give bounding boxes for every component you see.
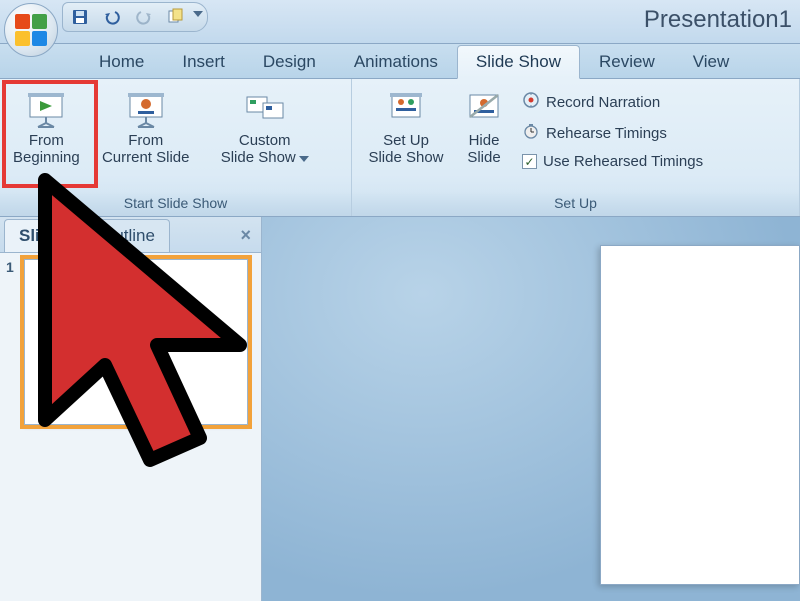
rehearse-timings-button[interactable]: Rehearse Timings (518, 120, 707, 146)
use-rehearsed-label: Use Rehearsed Timings (543, 153, 703, 170)
hide-label-2: Slide (467, 149, 500, 166)
custom-slideshow-label-2: Slide Show (221, 149, 296, 166)
redo-icon[interactable] (135, 8, 153, 26)
from-beginning-label-2: Beginning (13, 149, 80, 166)
panel-tab-slides[interactable]: Slides (4, 219, 84, 252)
group-set-up: Set Up Slide Show Hide Slide Rec (352, 79, 800, 216)
custom-slideshow-button[interactable]: Custom Slide Show (205, 83, 325, 170)
panel-close-icon[interactable]: × (240, 225, 251, 246)
document-title: Presentation1 (644, 6, 792, 34)
tab-view[interactable]: View (674, 45, 749, 78)
setup-slideshow-icon (383, 88, 429, 130)
from-current-label-2: Current Slide (102, 149, 190, 166)
checkbox-icon: ✓ (522, 154, 537, 169)
undo-icon[interactable] (103, 8, 121, 26)
from-beginning-button[interactable]: From Beginning (6, 83, 87, 170)
office-logo-icon (15, 14, 47, 46)
panel-tabs: Slides Outline × (0, 217, 261, 253)
from-current-slide-icon (123, 88, 169, 130)
rehearse-timings-label: Rehearse Timings (546, 125, 667, 142)
custom-slideshow-label-1: Custom (239, 132, 291, 149)
setup-slideshow-button[interactable]: Set Up Slide Show (358, 83, 454, 170)
ribbon: From Beginning From Current Slide Cust (0, 79, 800, 217)
from-current-slide-button[interactable]: From Current Slide (87, 83, 205, 170)
group-label-start: Start Slide Show (0, 191, 351, 216)
office-button[interactable] (4, 3, 58, 57)
quick-print-icon[interactable] (167, 8, 185, 26)
hide-slide-icon (461, 88, 507, 130)
workspace: Slides Outline × 1 (0, 217, 800, 601)
thumb-number: 1 (6, 259, 18, 425)
from-beginning-label-1: From (29, 132, 64, 149)
record-narration-button[interactable]: Record Narration (518, 89, 707, 115)
tab-insert[interactable]: Insert (163, 45, 244, 78)
group-label-setup: Set Up (352, 191, 799, 216)
tab-home[interactable]: Home (80, 45, 163, 78)
chevron-down-icon (299, 156, 309, 162)
hide-label-1: Hide (469, 132, 500, 149)
qat-dropdown-icon[interactable] (193, 11, 203, 17)
record-narration-label: Record Narration (546, 94, 660, 111)
panel-tab-outline[interactable]: Outline (86, 219, 170, 252)
setup-label-2: Slide Show (368, 149, 443, 166)
use-rehearsed-timings-checkbox[interactable]: ✓ Use Rehearsed Timings (518, 151, 707, 172)
quick-access-toolbar (62, 2, 208, 32)
slide-editor-area[interactable] (262, 217, 800, 601)
record-narration-icon (522, 91, 540, 113)
from-beginning-icon (23, 88, 69, 130)
save-icon[interactable] (71, 8, 89, 26)
tab-animations[interactable]: Animations (335, 45, 457, 78)
thumbnails: 1 (0, 253, 261, 601)
slide-canvas[interactable] (600, 245, 800, 585)
slide-thumbnail-1[interactable] (24, 259, 248, 425)
title-bar: Presentation1 (0, 0, 800, 44)
rehearse-timings-icon (522, 122, 540, 144)
hide-slide-button[interactable]: Hide Slide (454, 83, 514, 170)
tab-slideshow[interactable]: Slide Show (457, 45, 580, 79)
group-start-slideshow: From Beginning From Current Slide Cust (0, 79, 352, 216)
from-current-label-1: From (128, 132, 163, 149)
ribbon-tabs: Home Insert Design Animations Slide Show… (0, 44, 800, 79)
tab-review[interactable]: Review (580, 45, 674, 78)
tab-design[interactable]: Design (244, 45, 335, 78)
setup-label-1: Set Up (383, 132, 429, 149)
slides-panel: Slides Outline × 1 (0, 217, 262, 601)
custom-slideshow-icon (242, 88, 288, 130)
